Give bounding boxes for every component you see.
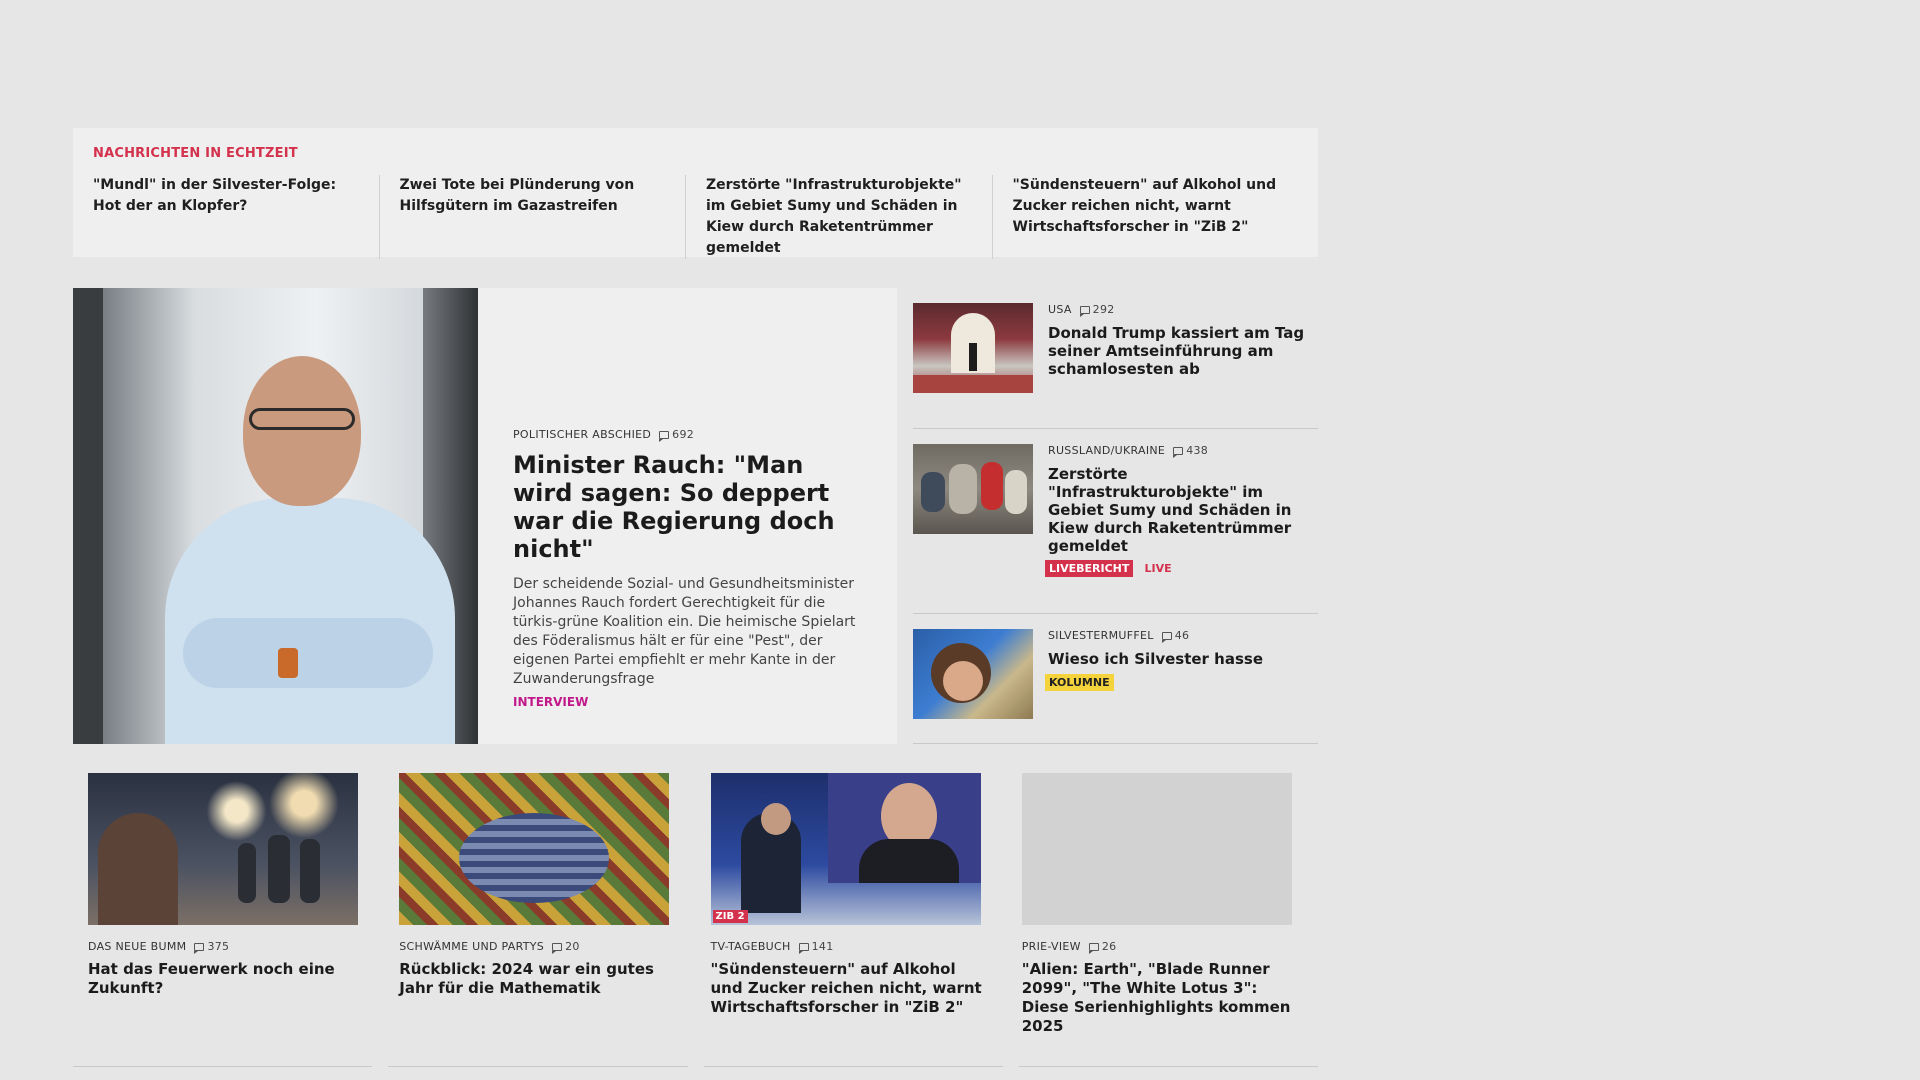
zib2-logo: ZIB 2 — [712, 910, 748, 923]
side-article-text: RUSSLAND/UKRAINE 438 Zerstörte "Infrastr… — [1045, 444, 1318, 613]
card-kicker: TV-TAGEBUCH 141 — [710, 940, 992, 954]
comment-number: 692 — [672, 428, 695, 441]
ticker-heading: NACHRICHTEN IN ECHTZEIT — [93, 146, 298, 161]
comment-count[interactable]: 292 — [1079, 303, 1115, 317]
live-badges: LIVEBERICHT LIVE — [1045, 555, 1318, 577]
side-article-text: USA 292 Donald Trump kassiert am Tag sei… — [1048, 303, 1318, 428]
comment-count[interactable]: 438 — [1173, 444, 1209, 458]
comment-icon — [194, 942, 205, 954]
article-card-image[interactable] — [88, 773, 358, 925]
article-card[interactable]: ZIB 2 TV-TAGEBUCH 141 "Sündensteuern" au… — [696, 773, 1007, 1036]
comment-number: 141 — [811, 940, 834, 953]
divider — [388, 1066, 688, 1067]
comment-number: 26 — [1101, 940, 1117, 953]
divider — [703, 1066, 1003, 1067]
kicker-label: SCHWÄMME UND PARTYS — [399, 940, 545, 953]
live-label: LIVE — [1144, 562, 1172, 575]
interview-tag: INTERVIEW — [513, 695, 589, 709]
side-article-thumbnail[interactable] — [913, 444, 1033, 534]
comment-icon — [552, 942, 563, 954]
kicker-label: SILVESTERMUFFEL — [1048, 629, 1154, 642]
side-kicker: USA 292 — [1048, 303, 1318, 317]
side-kicker: RUSSLAND/UKRAINE 438 — [1048, 444, 1318, 458]
side-article-thumbnail[interactable] — [913, 629, 1033, 719]
photo-glasses — [249, 408, 355, 430]
comment-icon — [1079, 305, 1090, 317]
comment-count[interactable]: 692 — [659, 428, 695, 442]
photo-head — [243, 356, 361, 506]
lead-teaser: Der scheidende Sozial- und Gesundheitsmi… — [513, 576, 856, 687]
divider — [73, 1066, 373, 1067]
comment-count[interactable]: 141 — [798, 940, 834, 954]
ticker-item[interactable]: "Sündensteuern" auf Alkohol und Zu­cker … — [991, 175, 1299, 259]
livebericht-badge: LIVEBERICHT — [1045, 560, 1134, 577]
comment-number: 438 — [1186, 444, 1209, 457]
side-headline[interactable]: Zerstörte "Infrastrukturobjekte" im Gebi… — [1048, 465, 1318, 555]
comment-count[interactable]: 26 — [1088, 940, 1117, 954]
news-ticker: NACHRICHTEN IN ECHTZEIT "Mundl" in der S… — [73, 128, 1318, 259]
ticker-item[interactable]: Zwei Tote bei Plünderung von Hilfsgü­ter… — [378, 175, 686, 259]
lead-kicker: POLITISCHER ABSCHIED 692 — [513, 428, 859, 442]
kicker-label: PRIE-VIEW — [1021, 940, 1081, 953]
comment-icon — [798, 942, 809, 954]
side-headline[interactable]: Wieso ich Silvester hasse — [1048, 650, 1263, 668]
comment-icon — [1088, 942, 1099, 954]
article-card[interactable]: PRIE-VIEW 26 "Alien: Earth", "Blade Runn… — [1007, 773, 1318, 1036]
lead-article-text: POLITISCHER ABSCHIED 692 Minister Rauch:… — [478, 288, 897, 744]
photo-crossed-arms — [183, 618, 433, 688]
side-article-text: SILVESTERMUFFEL 46 Wieso ich Silvester h… — [1045, 629, 1263, 743]
article-card-row: DAS NEUE BUMM 375 Hat das Feuerwerk noch… — [73, 773, 1318, 1036]
kolumne-badge: KOLUMNE — [1045, 674, 1114, 691]
photo-window-frame — [73, 288, 103, 744]
comment-number: 292 — [1092, 303, 1115, 316]
comment-count[interactable]: 46 — [1161, 629, 1190, 643]
side-article[interactable]: RUSSLAND/UKRAINE 438 Zerstörte "Infrastr… — [913, 429, 1318, 614]
comment-icon — [659, 430, 670, 442]
comment-icon — [1173, 446, 1184, 458]
lead-article[interactable]: POLITISCHER ABSCHIED 692 Minister Rauch:… — [73, 288, 897, 744]
comment-icon — [1161, 631, 1172, 643]
kicker-label: TV-TAGEBUCH — [710, 940, 791, 953]
kolumne-badge-wrap: KOLUMNE — [1045, 668, 1263, 691]
lead-article-photo[interactable] — [73, 288, 478, 744]
article-card[interactable]: SCHWÄMME UND PARTYS 20 Rückblick: 2024 w… — [384, 773, 695, 1036]
side-article[interactable]: USA 292 Donald Trump kassiert am Tag sei… — [913, 288, 1318, 429]
ticker-items: "Mundl" in der Silvester-Folge: Hot der … — [93, 175, 1298, 259]
side-headline[interactable]: Donald Trump kassiert am Tag seiner Amts… — [1048, 324, 1318, 378]
article-card-image[interactable]: ZIB 2 — [710, 773, 981, 925]
card-headline[interactable]: "Sündensteuern" auf Alkohol und Zucker r… — [711, 960, 992, 1017]
ticker-item[interactable]: Zerstörte "Infrastrukturobjekte" im Gebi… — [685, 175, 992, 259]
card-headline[interactable]: Hat das Feuerwerk noch eine Zukunft? — [88, 960, 369, 998]
article-card-image[interactable] — [399, 773, 670, 925]
side-article-thumbnail[interactable] — [913, 303, 1033, 393]
kicker-label: RUSSLAND/UKRAINE — [1048, 444, 1166, 457]
card-kicker: PRIE-VIEW 26 — [1021, 940, 1303, 954]
card-headline[interactable]: "Alien: Earth", "Blade Runner 2099", "Th… — [1022, 960, 1303, 1036]
side-kicker: SILVESTERMUFFEL 46 — [1048, 629, 1263, 643]
section-dividers — [73, 1066, 1318, 1067]
article-card-image-placeholder[interactable] — [1021, 773, 1292, 925]
divider — [1018, 1066, 1318, 1067]
article-card[interactable]: DAS NEUE BUMM 375 Hat das Feuerwerk noch… — [73, 773, 384, 1036]
comment-number: 375 — [207, 940, 230, 953]
kicker-label: POLITISCHER ABSCHIED — [513, 428, 652, 441]
side-article-list: USA 292 Donald Trump kassiert am Tag sei… — [913, 288, 1318, 744]
card-headline[interactable]: Rückblick: 2024 war ein gutes Jahr für d… — [399, 960, 680, 998]
side-article[interactable]: SILVESTERMUFFEL 46 Wieso ich Silvester h… — [913, 614, 1318, 744]
card-kicker: SCHWÄMME UND PARTYS 20 — [399, 940, 680, 954]
lead-headline[interactable]: Minister Rauch: "Man wird sagen: So depp… — [513, 451, 859, 563]
kicker-label: DAS NEUE BUMM — [88, 940, 187, 953]
card-kicker: DAS NEUE BUMM 375 — [88, 940, 369, 954]
photo-watch — [278, 648, 298, 678]
comment-count[interactable]: 20 — [552, 940, 580, 954]
ticker-item[interactable]: "Mundl" in der Silvester-Folge: Hot der … — [93, 175, 379, 259]
comment-count[interactable]: 375 — [194, 940, 230, 954]
kicker-label: USA — [1048, 303, 1072, 316]
comment-number: 46 — [1174, 629, 1190, 642]
comment-number: 20 — [565, 940, 580, 953]
